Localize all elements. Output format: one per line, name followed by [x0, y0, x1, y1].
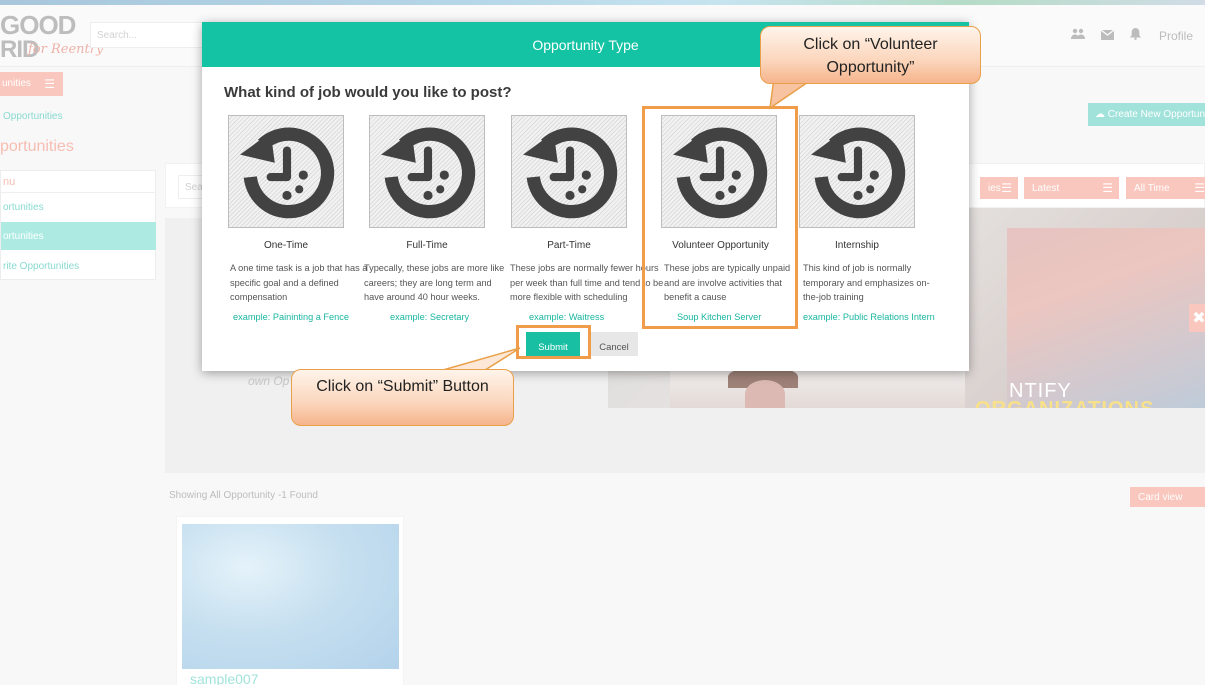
option-title: Full-Time — [406, 240, 448, 251]
option-description: Typecally, these jobs are more like care… — [364, 263, 505, 302]
option-internship[interactable]: Internship This kind of job is normally … — [799, 115, 941, 335]
callout-volunteer: Click on “Volunteer Opportunity” — [760, 26, 981, 84]
option-image[interactable] — [799, 115, 915, 228]
clock-rotate-icon — [381, 127, 476, 219]
callout-submit: Click on “Submit” Button — [291, 369, 514, 426]
option-image[interactable] — [228, 115, 344, 228]
option-title: Internship — [835, 240, 879, 251]
option-full-time[interactable]: Full-Time Typecally, these jobs are more… — [364, 115, 511, 335]
option-title: Part-Time — [547, 240, 591, 251]
clock-rotate-icon — [523, 127, 618, 219]
modal-question: What kind of job would you like to post? — [224, 84, 512, 101]
cancel-button[interactable]: Cancel — [590, 332, 638, 356]
option-example: example: Paininting a Fence — [233, 312, 349, 322]
option-title: One-Time — [263, 240, 309, 251]
option-part-time[interactable]: Part-Time These jobs are normally fewer … — [510, 115, 663, 335]
option-example: example: Public Relations Intern — [803, 312, 935, 322]
option-description: A one time task is a job that has a spec… — [230, 263, 368, 302]
option-image[interactable] — [511, 115, 627, 228]
clock-rotate-icon — [240, 127, 335, 219]
option-image[interactable] — [369, 115, 485, 228]
highlight-volunteer-option — [642, 106, 798, 329]
clock-rotate-icon — [811, 127, 906, 219]
option-description: This kind of job is normally temporary a… — [803, 263, 930, 302]
option-one-time[interactable]: One-Time A one time task is a job that h… — [228, 115, 370, 335]
